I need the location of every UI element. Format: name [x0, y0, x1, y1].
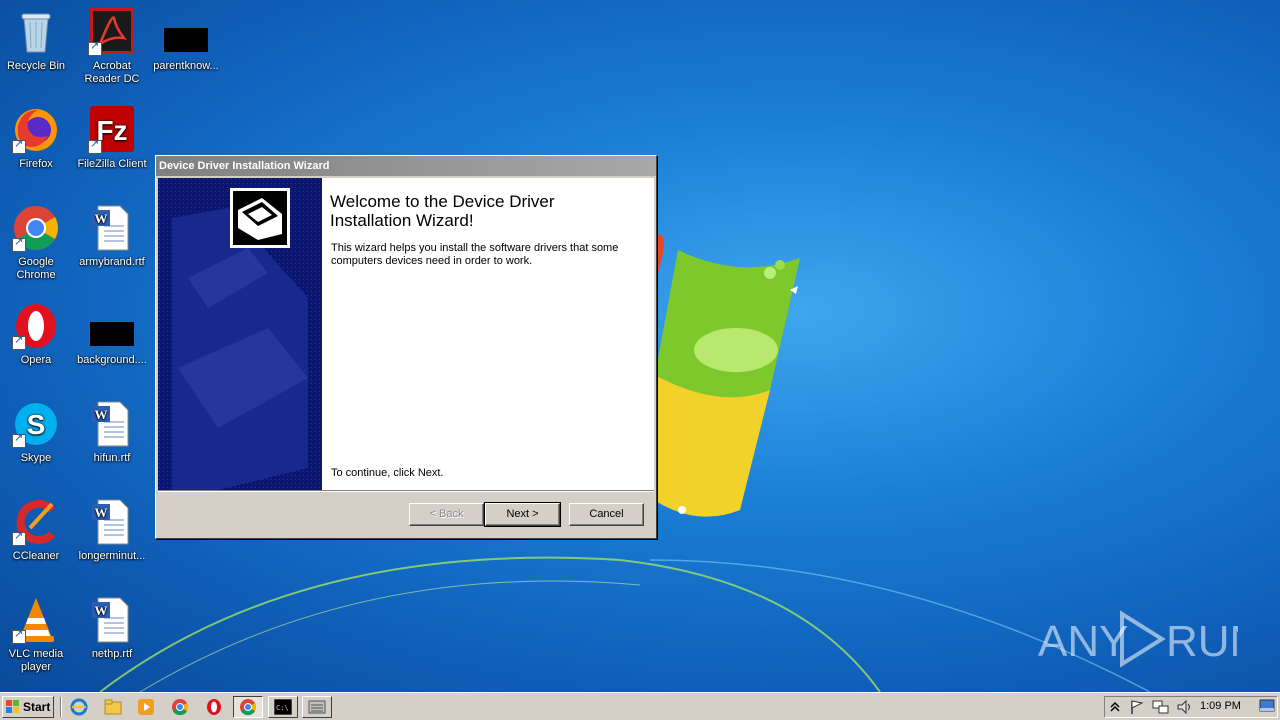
word-doc-icon: W — [88, 498, 136, 546]
black-file-icon — [162, 8, 210, 56]
desktop-icon-longerminut[interactable]: W longerminut... — [74, 498, 150, 563]
volume-icon[interactable] — [1176, 699, 1194, 715]
desktop-icon-ccleaner[interactable]: CCleaner — [0, 498, 74, 563]
svg-text:W: W — [95, 603, 108, 618]
taskbar-separator — [60, 697, 62, 717]
desktop-icon-label: CCleaner — [12, 550, 60, 562]
dialog-separator — [158, 490, 654, 492]
desktop-icon-label: Recycle Bin — [6, 60, 66, 72]
desktop-icon-chrome[interactable]: Google Chrome — [0, 204, 74, 282]
desktop-icon-label: Acrobat Reader DC — [84, 60, 140, 85]
desktop-icon-label: Firefox — [19, 158, 53, 170]
svg-text:W: W — [95, 407, 108, 422]
black-file-icon — [88, 302, 136, 350]
desktop-icon-label: nethp.rtf — [91, 648, 133, 660]
show-hidden-icons-icon[interactable] — [1109, 700, 1121, 714]
wizard-side-banner — [158, 178, 322, 490]
back-button[interactable]: < Back — [409, 503, 484, 526]
wizard-task-icon — [308, 700, 326, 714]
cancel-button[interactable]: Cancel — [569, 503, 644, 526]
desktop-icon-armybrand[interactable]: W armybrand.rtf — [74, 204, 150, 269]
desktop-icon-label: Google Chrome — [16, 256, 56, 281]
desktop-icon-parentknow[interactable]: parentknow... — [148, 8, 224, 73]
svg-text:C:\: C:\ — [276, 704, 289, 712]
ccleaner-icon — [12, 498, 60, 546]
wizard-heading: Welcome to the Device Driver Installatio… — [330, 192, 555, 230]
opera-icon — [12, 302, 60, 350]
cmd-task-icon: C:\ — [274, 699, 292, 715]
chrome-icon[interactable] — [171, 698, 189, 716]
next-button[interactable]: Next > — [484, 502, 561, 527]
shortcut-arrow-icon — [12, 236, 26, 252]
taskbar-chrome-task[interactable] — [233, 696, 263, 718]
desktop-icon-label: FileZilla Client — [77, 158, 147, 170]
desktop-icon-label: Skype — [20, 452, 52, 464]
desktop-icon-background[interactable]: background.... — [74, 302, 150, 367]
taskbar-cmd-task[interactable]: C:\ — [268, 696, 298, 718]
media-player-icon[interactable] — [137, 698, 155, 716]
desktop-icon-label: longerminut... — [78, 550, 146, 562]
shortcut-arrow-icon — [12, 138, 26, 154]
wizard-dialog: Device Driver Installation Wizard Welcom… — [155, 155, 657, 539]
chrome-task-icon — [240, 699, 257, 716]
desktop-icon-label: armybrand.rtf — [79, 256, 145, 268]
firefox-icon — [12, 106, 60, 154]
filezilla-icon: Fz — [88, 106, 136, 154]
svg-text:ANY: ANY — [1038, 617, 1128, 666]
folder-icon[interactable] — [104, 698, 122, 716]
wizard-content: Welcome to the Device Driver Installatio… — [322, 178, 654, 490]
desktop-icon-opera[interactable]: Opera — [0, 302, 74, 367]
skype-icon: S — [12, 400, 60, 448]
windows-flag-icon — [6, 700, 19, 713]
start-label: Start — [23, 700, 51, 714]
taskbar-clock[interactable]: 1:09 PM — [1200, 700, 1241, 712]
shortcut-arrow-icon — [88, 40, 102, 56]
acrobat-icon — [88, 8, 136, 56]
wizard-banner-art — [158, 178, 322, 490]
ie-icon[interactable] — [70, 698, 88, 716]
shortcut-arrow-icon — [12, 530, 26, 546]
action-center-flag-icon[interactable] — [1129, 699, 1145, 715]
desktop-icon-label: hifun.rtf — [93, 452, 131, 464]
shortcut-arrow-icon — [12, 334, 26, 350]
word-doc-icon: W — [88, 596, 136, 644]
chrome-icon — [12, 204, 60, 252]
desktop-icon-hifun[interactable]: W hifun.rtf — [74, 400, 150, 465]
svg-text:RUN: RUN — [1166, 617, 1238, 666]
desktop-icon-label: background.... — [77, 354, 147, 366]
svg-text:S: S — [27, 409, 46, 440]
recycle-bin-icon — [12, 8, 60, 56]
anyrun-watermark: ANY RUN — [1038, 610, 1238, 668]
wizard-description: This wizard helps you install the softwa… — [331, 242, 619, 267]
start-button[interactable]: Start — [2, 696, 54, 718]
shortcut-arrow-icon — [12, 628, 26, 644]
wizard-continue-text: To continue, click Next. — [331, 467, 444, 479]
word-doc-icon: W — [88, 204, 136, 252]
dialog-title[interactable]: Device Driver Installation Wizard — [156, 156, 656, 176]
word-doc-icon: W — [88, 400, 136, 448]
desktop-icon-firefox[interactable]: Firefox — [0, 106, 74, 171]
svg-text:W: W — [95, 505, 108, 520]
vlc-icon — [12, 596, 60, 644]
shortcut-arrow-icon — [88, 138, 102, 154]
desktop-icon-vlc[interactable]: VLC media player — [0, 596, 74, 674]
network-icon[interactable] — [1152, 699, 1170, 715]
svg-text:W: W — [95, 211, 108, 226]
desktop-icon-label: Opera — [20, 354, 52, 366]
opera-icon[interactable] — [205, 698, 223, 716]
desktop-icon-skype[interactable]: S Skype — [0, 400, 74, 465]
desktop-icon-acrobat[interactable]: Acrobat Reader DC — [74, 8, 150, 86]
desktop-icon-nethp[interactable]: W nethp.rtf — [74, 596, 150, 661]
shortcut-arrow-icon — [12, 432, 26, 448]
desktop-icon-recycle-bin[interactable]: Recycle Bin — [0, 8, 74, 73]
desktop-icon-label: parentknow... — [153, 60, 219, 72]
show-desktop-icon[interactable] — [1259, 699, 1275, 713]
taskbar: Start C:\ 1:09 PM — [0, 692, 1280, 720]
taskbar-wizard-task[interactable] — [302, 696, 332, 718]
desktop-icon-label: VLC media player — [8, 648, 64, 673]
desktop-icon-filezilla[interactable]: Fz FileZilla Client — [74, 106, 150, 171]
